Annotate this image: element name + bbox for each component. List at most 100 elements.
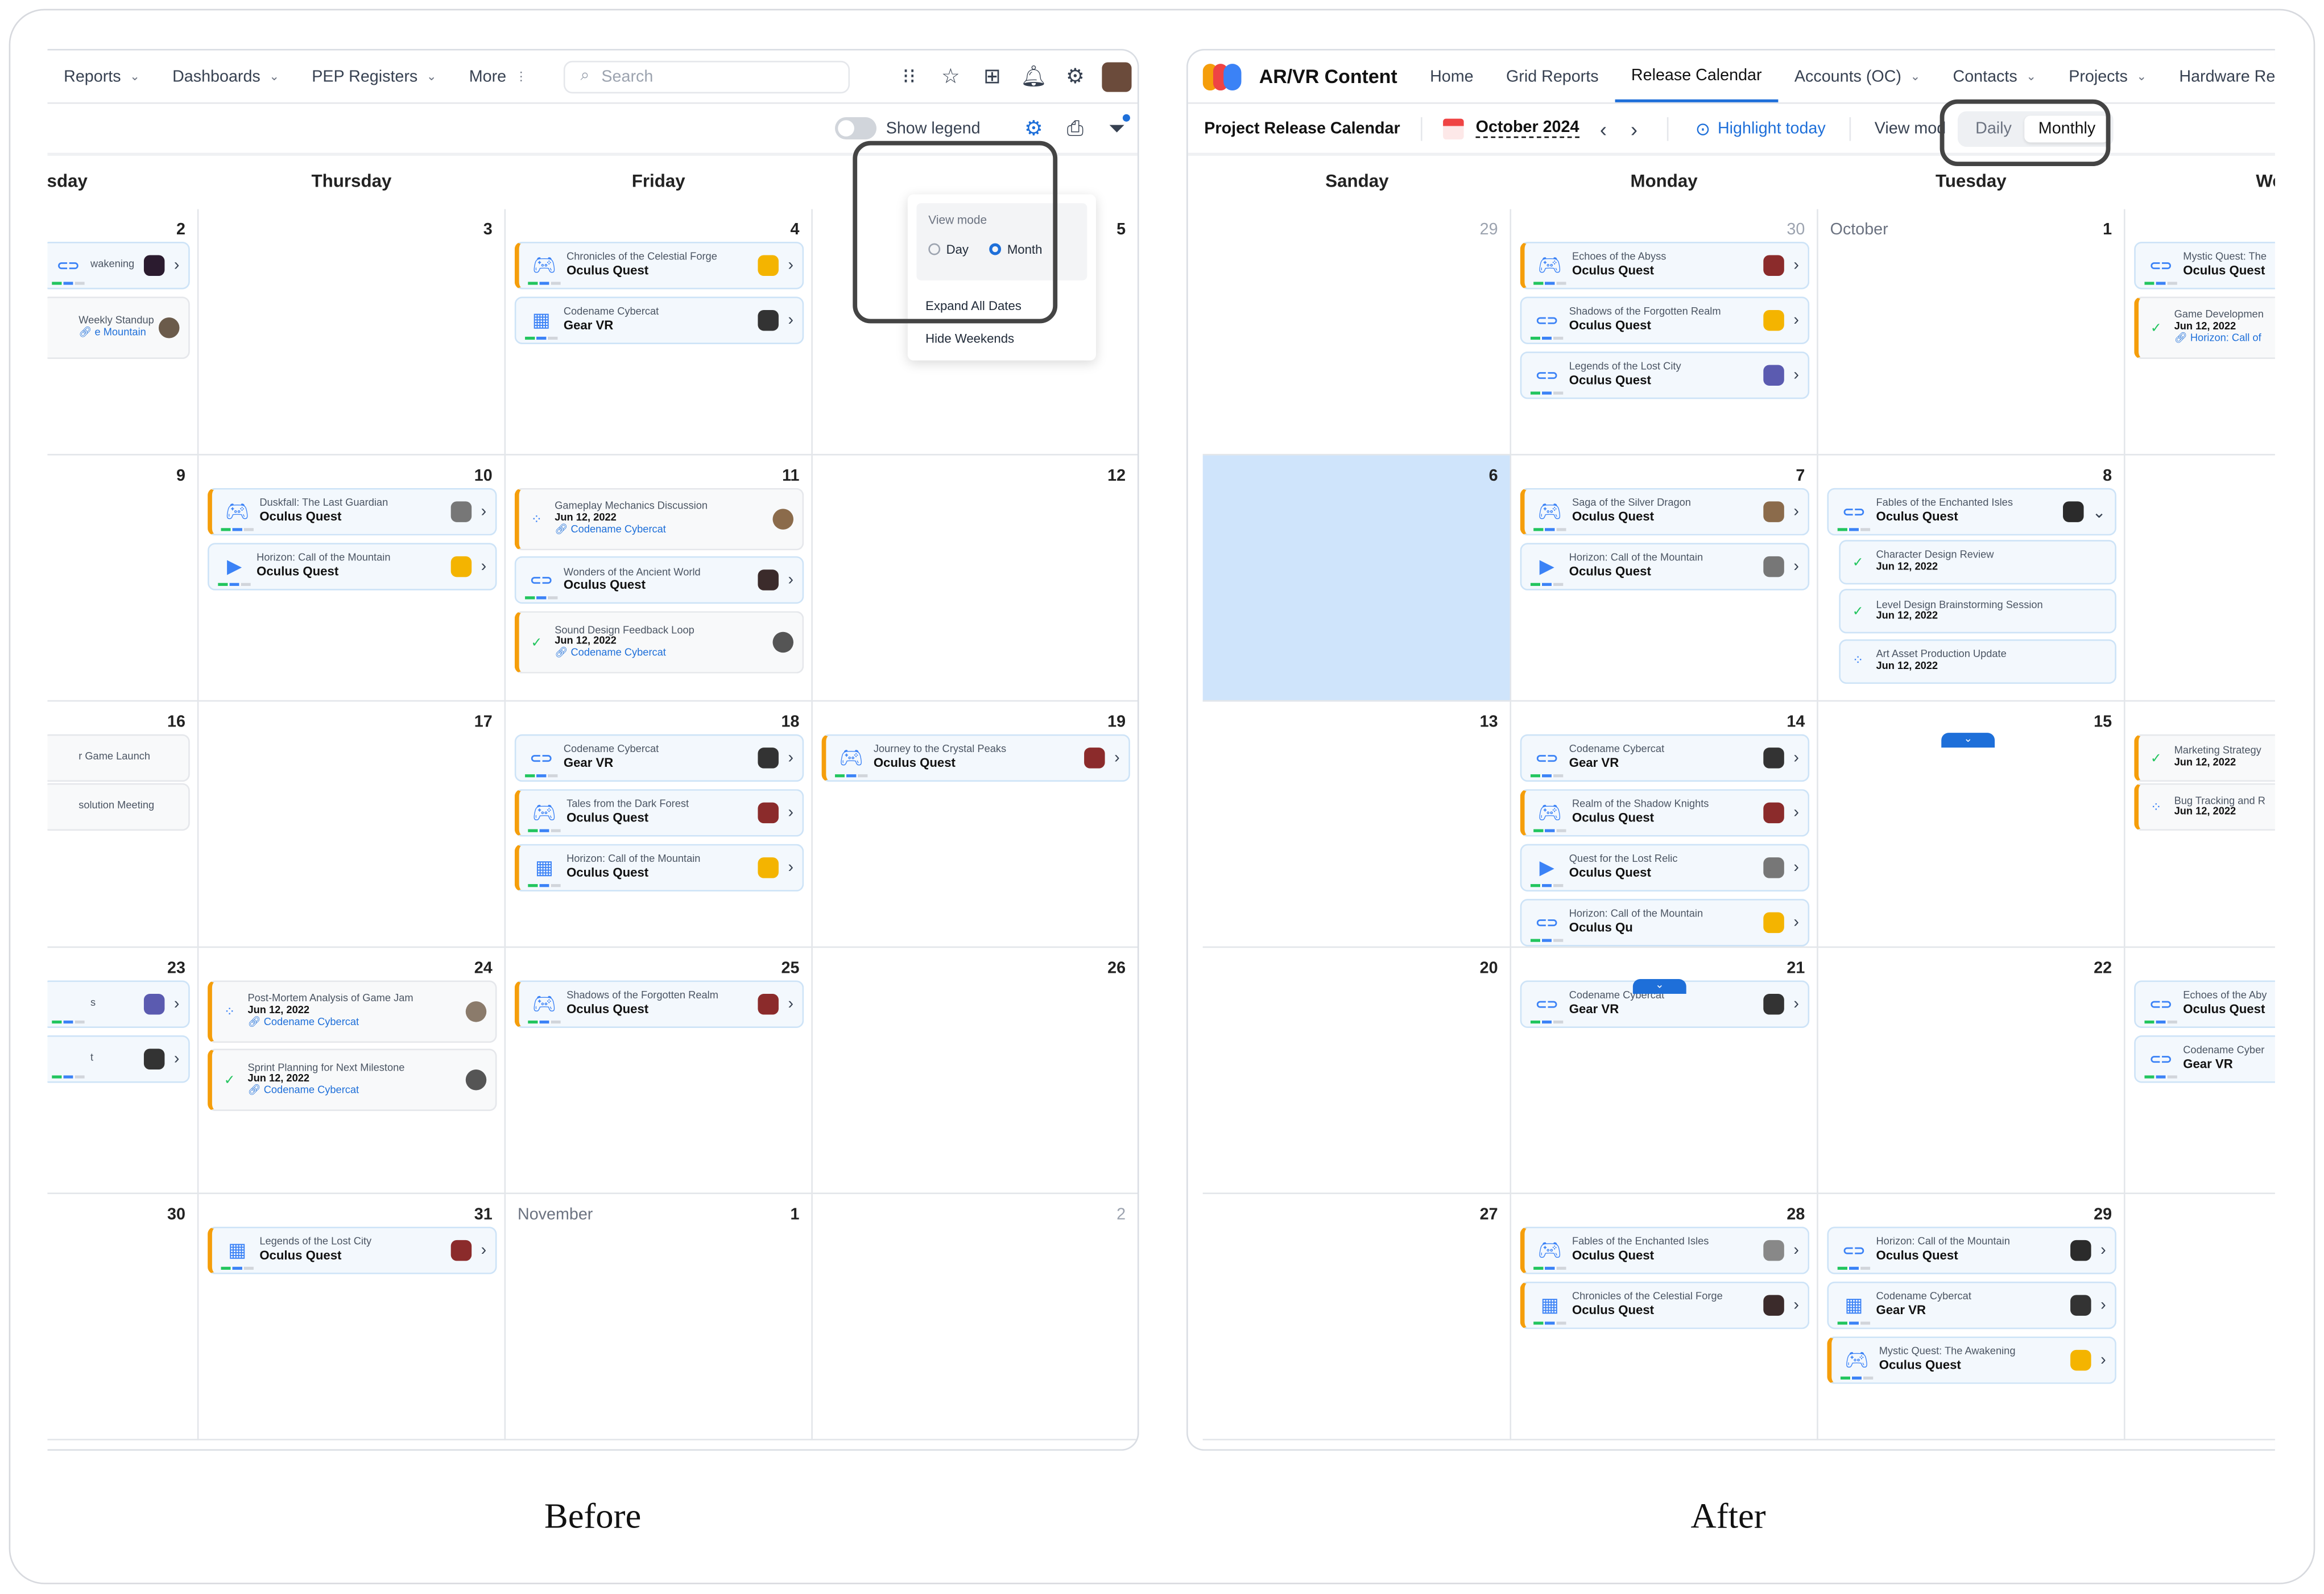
day-cell[interactable]: 9 xyxy=(47,455,199,702)
chevron-right-icon[interactable]: › xyxy=(1793,366,1799,384)
task-project-link[interactable]: 🔗︎ Codename Cybercat xyxy=(247,1017,465,1029)
day-cell[interactable]: 30 xyxy=(47,1194,199,1440)
nav-grid-reports[interactable]: Grid Reports xyxy=(1490,51,1615,102)
print-icon[interactable]: ⎙ xyxy=(1055,108,1096,149)
day-cell[interactable]: 2 xyxy=(812,1194,1138,1440)
release-card[interactable]: 🎮︎ Mystic Quest: The Awakening Oculus Ques… xyxy=(1827,1336,2116,1384)
day-cell[interactable]: 1 November xyxy=(506,1194,813,1440)
release-card[interactable]: ⊂⊃ Horizon: Call of the Mountain Oculus Qu… xyxy=(1520,899,1810,947)
chevron-right-icon[interactable]: › xyxy=(1793,558,1799,575)
release-card[interactable]: ⊂⊃Codename CyberGear VR› xyxy=(2134,1035,2275,1083)
next-month-icon[interactable]: › xyxy=(1631,117,1637,141)
nav-hardware-requests[interactable]: Hardware Requests⌄ xyxy=(2163,51,2275,102)
chevron-down-icon[interactable]: ⌄ xyxy=(2093,502,2106,521)
chevron-right-icon[interactable]: › xyxy=(1793,914,1799,931)
release-card[interactable]: 🎮︎ Echoes of the Abyss Oculus Quest › xyxy=(1520,242,1810,290)
release-card[interactable]: 🎮︎ Saga of the Silver Dragon Oculus Quest › xyxy=(1520,488,1810,536)
task-card[interactable]: ⁘ Post-Mortem Analysis of Game Jam Jun 12,… xyxy=(208,980,497,1043)
chevron-right-icon[interactable]: › xyxy=(481,1241,487,1259)
task-project-link[interactable]: 🔗︎ Codename Cybercat xyxy=(555,649,772,660)
task-card[interactable]: ⁘ Gameplay Mechanics Discussion Jun 12, 20… xyxy=(514,488,804,551)
task-project-link[interactable]: 🔗︎ Codename Cybercat xyxy=(555,525,772,536)
release-card[interactable]: 🎮︎ Realm of the Shadow Knights Oculus Ques… xyxy=(1520,789,1810,837)
nav-more[interactable]: More ⋮ xyxy=(453,51,543,102)
release-card[interactable]: ⊂⊃ wakening › xyxy=(47,242,190,290)
nav-contacts[interactable]: Contacts ⌄ xyxy=(1937,51,2053,102)
apps-grid-icon[interactable]: ⁝⁝ xyxy=(888,56,930,97)
day-cell[interactable]: 13 xyxy=(1202,701,1512,948)
task-project-link[interactable]: 🔗︎ Codename Cybercat xyxy=(247,1086,465,1097)
chevron-right-icon[interactable]: › xyxy=(2100,1241,2106,1259)
day-cell[interactable]: 3 xyxy=(199,209,506,456)
day-cell[interactable]: 17 xyxy=(199,701,506,948)
chevron-right-icon[interactable]: › xyxy=(788,804,793,821)
nav-pep-registers[interactable]: PEP Registers ⌄ xyxy=(296,51,453,102)
task-card[interactable]: r Game Launch xyxy=(47,734,190,782)
chevron-right-icon[interactable]: › xyxy=(788,312,793,329)
chevron-right-icon[interactable]: › xyxy=(174,1050,180,1068)
nav-release-calendar[interactable]: Release Calendar xyxy=(1615,51,1779,102)
add-icon[interactable]: ⊞ xyxy=(971,56,1013,97)
release-card[interactable]: ⊂⊃ Shadows of the Forgotten Realm Oculus Q… xyxy=(1520,296,1810,344)
release-card[interactable]: ⊂⊃ Codename Cybercat Gear VR › xyxy=(514,734,804,782)
highlight-today-button[interactable]: Highlight today xyxy=(1718,119,1826,137)
subtask-card[interactable]: ✓ Level Design Brainstorming Session Jun 1… xyxy=(1839,589,2116,634)
release-card[interactable]: ⊂⊃ Fables of the Enchanted Isles Oculus Qu… xyxy=(1827,488,2116,536)
nav-accounts[interactable]: Accounts (OC) ⌄ xyxy=(1778,51,1937,102)
gear-icon[interactable]: ⚙ xyxy=(1055,56,1096,97)
day-cell[interactable]: 20 xyxy=(1202,948,1512,1195)
day-cell[interactable]: 12 xyxy=(812,455,1138,702)
day-cell[interactable]: 6 xyxy=(1202,455,1512,702)
task-project-link[interactable]: 🔗︎ e Mountain xyxy=(78,328,159,339)
release-card[interactable]: ⊂⊃ Horizon: Call of the Mountain Oculus Qu… xyxy=(1827,1227,2116,1274)
release-card[interactable]: ▦ Codename Cybercat Gear VR › xyxy=(1827,1281,2116,1329)
chevron-right-icon[interactable]: › xyxy=(481,558,487,575)
task-card[interactable]: ✓ Marketing Strategy Jun 12, 2022 xyxy=(2134,734,2275,782)
chevron-right-icon[interactable]: › xyxy=(788,257,793,274)
chevron-right-icon[interactable]: › xyxy=(1793,257,1799,274)
day-cell[interactable]: 22 xyxy=(1818,948,2125,1195)
release-card[interactable]: ⊂⊃ Wonders of the Ancient World Oculus Que… xyxy=(514,556,804,604)
chevron-right-icon[interactable]: › xyxy=(2100,1296,2106,1314)
release-card[interactable]: ▶ Horizon: Call of the Mountain Oculus Que… xyxy=(208,543,497,590)
calendar-icon[interactable] xyxy=(1443,118,1464,139)
day-cell[interactable]: 27 xyxy=(1202,1194,1512,1440)
release-card[interactable]: 🎮︎ Tales from the Dark Forest Oculus Quest… xyxy=(514,789,804,837)
star-icon[interactable]: ☆ xyxy=(930,56,971,97)
release-card[interactable]: ▦ Legends of the Lost City Oculus Quest › xyxy=(208,1227,497,1274)
release-card[interactable]: 🎮︎ Journey to the Crystal Peaks Oculus Que… xyxy=(821,734,1130,782)
chevron-right-icon[interactable]: › xyxy=(174,257,180,274)
chevron-right-icon[interactable]: › xyxy=(1793,859,1799,877)
filter-icon[interactable]: ⏷ xyxy=(1096,108,1138,149)
release-card[interactable]: ⊂⊃Echoes of the AbyOculus Quest› xyxy=(2134,980,2275,1028)
release-card[interactable]: t › xyxy=(47,1035,190,1083)
chevron-right-icon[interactable]: › xyxy=(1793,1296,1799,1314)
release-card[interactable]: ▦ Codename Cybercat Gear VR › xyxy=(514,296,804,344)
task-project-link[interactable]: 🔗︎ Horizon: Call of xyxy=(2174,333,2275,345)
hide-weekends-option[interactable]: Hide Weekends xyxy=(908,322,1096,354)
task-card[interactable]: solution Meeting xyxy=(47,783,190,831)
release-card[interactable]: ▦ Chronicles of the Celestial Forge Oculus… xyxy=(1520,1281,1810,1329)
subtask-card[interactable]: ⁘ Art Asset Production Update Jun 12, 2022 xyxy=(1839,639,2116,684)
day-cell[interactable]: 29 xyxy=(1202,209,1512,456)
chevron-right-icon[interactable]: › xyxy=(788,859,793,877)
avatar[interactable] xyxy=(1096,56,1138,97)
nav-dashboards[interactable]: Dashboards ⌄ xyxy=(156,51,295,102)
chevron-right-icon[interactable]: › xyxy=(788,572,793,589)
show-more-icon[interactable]: ⌄ xyxy=(1632,978,1686,994)
release-card[interactable]: 🎮︎ Chronicles of the Celestial Forge Oculu… xyxy=(514,242,804,290)
subtask-card[interactable]: ✓ Character Design Review Jun 12, 2022 xyxy=(1839,540,2116,585)
day-cell[interactable] xyxy=(2125,456,2275,702)
nav-projects[interactable]: Projects ⌄ xyxy=(2053,51,2163,102)
day-cell[interactable]: 1 October xyxy=(1818,209,2125,456)
chevron-right-icon[interactable]: › xyxy=(1793,749,1799,767)
prev-month-icon[interactable]: ‹ xyxy=(1600,117,1607,141)
search-input[interactable]: ⌕ Search xyxy=(564,60,851,93)
chevron-right-icon[interactable]: › xyxy=(1793,804,1799,821)
release-card[interactable]: 🎮︎ Fables of the Enchanted Isles Oculus Qu… xyxy=(1520,1227,1810,1274)
task-card[interactable]: ✓ Game Developmen Jun 12, 2022 🔗︎ Horizon: … xyxy=(2134,296,2275,360)
release-card[interactable]: 🎮︎ Duskfall: The Last Guardian Oculus Ques… xyxy=(208,488,497,536)
task-card[interactable]: Weekly Standup 🔗︎ e Mountain xyxy=(47,296,190,360)
release-card[interactable]: ▶ Quest for the Lost Relic Oculus Quest › xyxy=(1520,844,1810,892)
release-card[interactable]: ▶ Horizon: Call of the Mountain Oculus Que… xyxy=(1520,543,1810,590)
